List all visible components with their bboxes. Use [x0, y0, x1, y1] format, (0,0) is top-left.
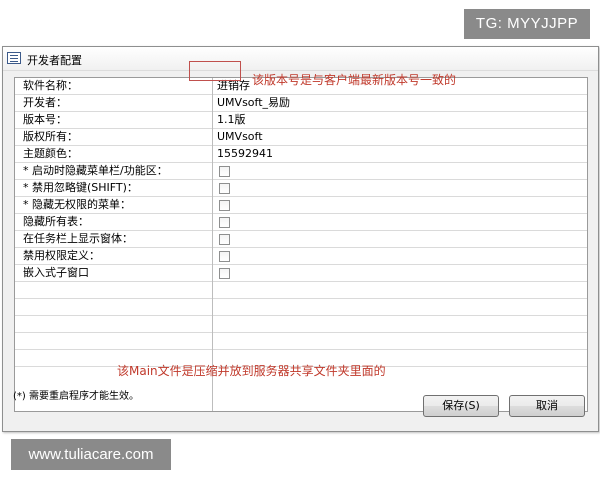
setting-label: * 隐藏无权限的菜单：: [15, 197, 213, 214]
settings-row: 版本号： 1.1版: [15, 112, 587, 129]
setting-label: 版权所有：: [15, 129, 213, 146]
setting-label: 版本号：: [15, 112, 213, 129]
setting-label: 主题颜色：: [15, 146, 213, 163]
empty-row: [15, 316, 587, 333]
setting-value-cell: [214, 214, 587, 231]
theme-color-field[interactable]: 15592941: [214, 146, 587, 163]
setting-value-cell: [214, 180, 587, 197]
watermark-tg: TG: MYYJJPP: [464, 9, 590, 39]
setting-label: 开发者：: [15, 95, 213, 112]
settings-row: 开发者： UMVsoft_易励: [15, 95, 587, 112]
main-file-annotation: 该Main文件是压缩并放到服务器共享文件夹里面的: [117, 364, 386, 378]
setting-label: 在任务栏上显示窗体：: [15, 231, 213, 248]
version-field[interactable]: 1.1版: [214, 112, 587, 129]
disable-shift-checkbox[interactable]: [219, 183, 230, 194]
setting-value-cell: [214, 265, 587, 282]
save-button[interactable]: 保存(S): [423, 395, 499, 417]
restart-footnote: (*) 需要重启程序才能生效。: [13, 391, 139, 402]
copyright-field[interactable]: UMVsoft: [214, 129, 587, 146]
empty-cell: [15, 316, 213, 333]
cancel-button[interactable]: 取消: [509, 395, 585, 417]
setting-label: * 启动时隐藏菜单栏/功能区：: [15, 163, 213, 180]
show-in-taskbar-checkbox[interactable]: [219, 234, 230, 245]
settings-row: 隐藏所有表：: [15, 214, 587, 231]
settings-row: 禁用权限定义：: [15, 248, 587, 265]
version-annotation: 该版本号是与客户端最新版本号一致的: [252, 73, 457, 87]
settings-row: * 启动时隐藏菜单栏/功能区：: [15, 163, 587, 180]
embedded-subwindow-checkbox[interactable]: [219, 268, 230, 279]
form-icon: [7, 52, 21, 64]
settings-row: 嵌入式子窗口: [15, 265, 587, 282]
settings-row: 版权所有： UMVsoft: [15, 129, 587, 146]
window-title: 开发者配置: [27, 54, 82, 67]
setting-value-cell: [214, 231, 587, 248]
settings-row: 主题颜色： 15592941: [15, 146, 587, 163]
setting-label: * 禁用忽略键(SHIFT)：: [15, 180, 213, 197]
developer-field[interactable]: UMVsoft_易励: [214, 95, 587, 112]
setting-label: 隐藏所有表：: [15, 214, 213, 231]
title-bar[interactable]: 开发者配置: [3, 47, 598, 71]
setting-value-cell: [214, 163, 587, 180]
setting-label: 嵌入式子窗口: [15, 265, 213, 282]
setting-label: 禁用权限定义：: [15, 248, 213, 265]
setting-value-cell: [214, 248, 587, 265]
disable-permission-definition-checkbox[interactable]: [219, 251, 230, 262]
hide-all-tables-checkbox[interactable]: [219, 217, 230, 228]
setting-value-cell: [214, 197, 587, 214]
hide-ribbon-checkbox[interactable]: [219, 166, 230, 177]
empty-row: [15, 282, 587, 299]
empty-cell: [15, 333, 213, 350]
empty-cell: [15, 299, 213, 316]
setting-label: 软件名称：: [15, 78, 213, 95]
settings-row: * 禁用忽略键(SHIFT)：: [15, 180, 587, 197]
empty-row: [15, 299, 587, 316]
hide-unauthorized-menu-checkbox[interactable]: [219, 200, 230, 211]
empty-cell: [15, 282, 213, 299]
watermark-url: www.tuliacare.com: [11, 439, 171, 470]
settings-row: 在任务栏上显示窗体：: [15, 231, 587, 248]
settings-row: * 隐藏无权限的菜单：: [15, 197, 587, 214]
empty-row: [15, 333, 587, 350]
